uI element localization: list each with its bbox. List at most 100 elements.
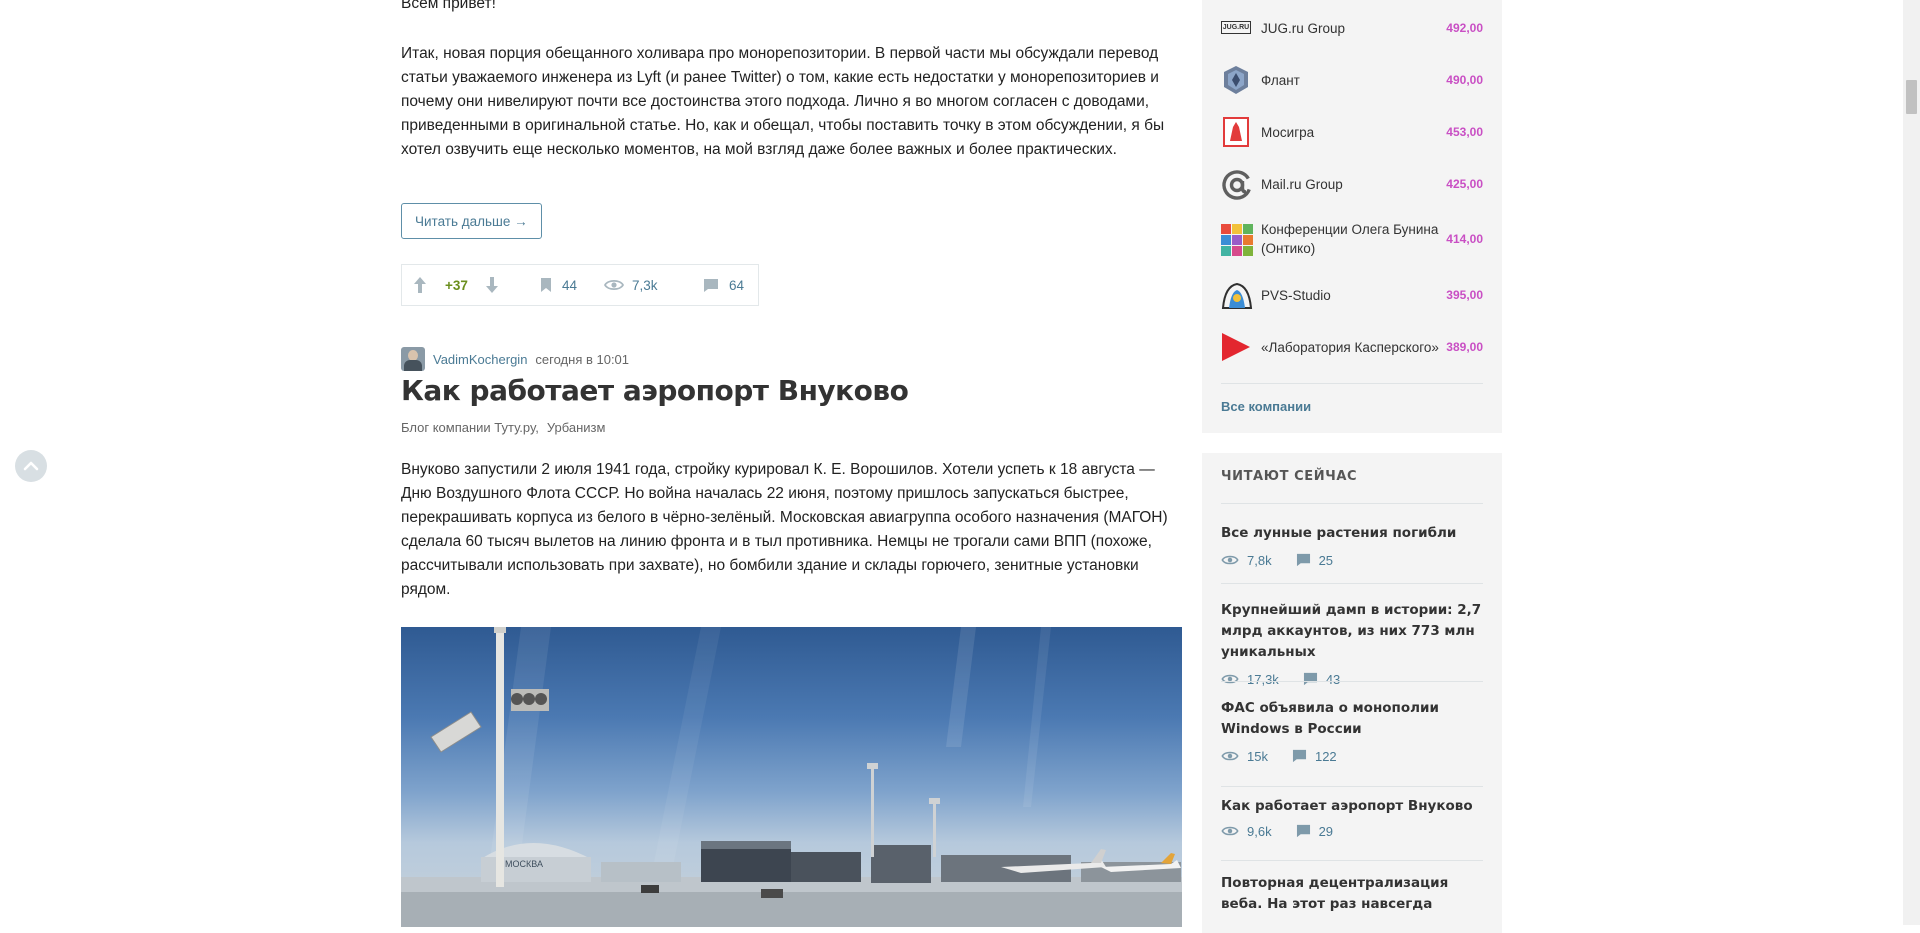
company-rating: 492,00 [1446,21,1483,35]
reading-views-count: 7,8k [1247,552,1272,568]
reading-now-title-link[interactable]: Как работает аэропорт Внуково [1221,796,1483,817]
company-logo-flant [1221,65,1251,95]
reading-now-item: ФАС объявила о монополии Windows в Росси… [1221,698,1483,765]
scrollbar-thumb[interactable] [1906,80,1917,114]
company-item[interactable]: PVS-Studio 395,00 [1221,275,1483,315]
reading-now-item: Повторная децентрализация веба. На этот … [1221,873,1483,915]
reading-comments[interactable]: 29 [1296,824,1333,839]
comments-count: 64 [729,277,745,293]
reading-views: 9,6k [1221,824,1272,839]
post-hero-image: МОСКВА [401,627,1182,927]
comments-link[interactable]: 64 [703,265,744,305]
eye-icon [1221,674,1239,684]
reading-now-title-link[interactable]: Повторная децентрализация веба. На этот … [1221,873,1483,915]
company-item[interactable]: Конференции Олега Бунина (Онтико) 414,00 [1221,219,1483,259]
company-name: PVS-Studio [1261,287,1331,303]
company-item[interactable]: Mail.ru Group 425,00 [1221,164,1483,204]
company-name: Конференции Олега Бунина (Онтико) [1261,222,1439,256]
post-hubs: Блог компании Туту.ру, Урбанизм [401,420,605,435]
eye-icon [1221,555,1239,565]
sidebar-divider [1221,503,1483,504]
reading-views-count: 17,3k [1247,671,1279,687]
sidebar-divider [1221,786,1483,787]
reading-comments[interactable]: 43 [1303,672,1340,687]
company-rating: 389,00 [1446,340,1483,354]
post-excerpt: Итак, новая порция обещанного холивара п… [401,45,1165,158]
arrow-up-icon [414,277,426,293]
company-logo-mailru [1221,169,1252,200]
company-logo-pvs-studio [1221,280,1253,310]
reading-now-title-link[interactable]: ФАС объявила о монополии Windows в Росси… [1221,698,1483,740]
company-name: Мосигра [1261,124,1315,140]
vote-up-button[interactable] [412,265,428,305]
company-item[interactable]: JUG.RU JUG.ru Group 492,00 [1221,8,1483,48]
company-logo-text: JUG.RU [1221,21,1251,34]
read-more-button[interactable]: Читать дальше → [401,203,542,239]
terminal-sign: МОСКВА [505,859,543,869]
author-avatar[interactable] [401,347,425,371]
views-counter: 7,3k [604,265,658,305]
company-logo-jugru: JUG.RU [1221,13,1251,43]
vote-down-button[interactable] [484,265,500,305]
company-item[interactable]: Мосигра 453,00 [1221,112,1483,152]
post-stats-bar: +37 44 7,3k 64 [401,264,759,306]
company-logo-ontico [1221,224,1253,256]
bookmark-count: 44 [562,277,578,293]
reading-views: 15k [1221,749,1268,764]
company-rating: 425,00 [1446,177,1483,191]
hub-link[interactable]: Блог компании Туту.ру, [401,420,539,435]
reading-views-count: 9,6k [1247,823,1272,839]
eye-icon [604,279,624,291]
eye-icon [1221,826,1239,836]
company-rating: 453,00 [1446,125,1483,139]
comment-icon [1296,824,1310,838]
reading-comments-count: 25 [1318,552,1334,568]
company-logo-kaspersky [1221,332,1251,362]
hub-link[interactable]: Урбанизм [547,420,606,435]
company-name: Флант [1261,72,1300,88]
reading-now-item: Как работает аэропорт Внуково 9,6k 29 [1221,796,1483,840]
company-name: JUG.ru Group [1261,20,1346,36]
reading-now-heading: ЧИТАЮТ СЕЙЧАС [1221,469,1358,484]
reading-views: 17,3k [1221,672,1279,687]
post-author-row: VadimKochergin сегодня в 10:01 [401,346,629,372]
reading-now-item: Все лунные растения погибли 7,8k 25 [1221,523,1483,569]
company-rating: 414,00 [1446,232,1483,246]
reading-now-item: Крупнейший дамп в истории: 2,7 млрд акка… [1221,600,1483,688]
page-scrollbar[interactable] [1903,0,1920,925]
company-name: «Лаборатория Касперского» [1261,339,1439,355]
post-time: сегодня в 10:01 [535,351,630,367]
reading-now-title-link[interactable]: Крупнейший дамп в истории: 2,7 млрд акка… [1221,600,1483,663]
post-greeting: Всем привет! [401,0,496,12]
reading-now-title-link[interactable]: Все лунные растения погибли [1221,523,1483,544]
reading-comments-count: 122 [1314,748,1337,764]
bookmark-icon [541,278,551,292]
reading-comments-count: 43 [1325,671,1341,687]
chevron-up-icon [23,461,39,471]
post-lead-text: Внуково запустили 2 июля 1941 года, стро… [401,461,1168,598]
company-rating: 490,00 [1446,73,1483,87]
comment-icon [1303,672,1317,686]
reading-views: 7,8k [1221,553,1272,568]
sidebar-divider [1221,583,1483,584]
scroll-to-top-button[interactable] [15,450,47,482]
comment-icon [704,278,718,292]
company-item[interactable]: «Лаборатория Касперского» 389,00 [1221,327,1483,367]
reading-comments[interactable]: 122 [1292,749,1337,764]
reading-views-count: 15k [1247,748,1268,764]
sidebar-divider [1221,383,1483,384]
company-rating: 395,00 [1446,288,1483,302]
sidebar-divider [1221,681,1483,682]
all-companies-link[interactable]: Все компании [1221,399,1311,414]
comment-icon [1292,749,1307,763]
company-name: Mail.ru Group [1261,176,1343,192]
vote-score: +37 [445,277,468,293]
company-item[interactable]: Флант 490,00 [1221,60,1483,100]
views-count: 7,3k [632,277,658,293]
post-title[interactable]: Как работает аэропорт Внуково [401,374,909,407]
author-name-link[interactable]: VadimKochergin [433,352,527,367]
reading-comments[interactable]: 25 [1296,553,1333,568]
company-logo-mosigra [1221,117,1251,147]
arrow-down-icon [486,277,498,293]
bookmark-button[interactable]: 44 [540,265,577,305]
